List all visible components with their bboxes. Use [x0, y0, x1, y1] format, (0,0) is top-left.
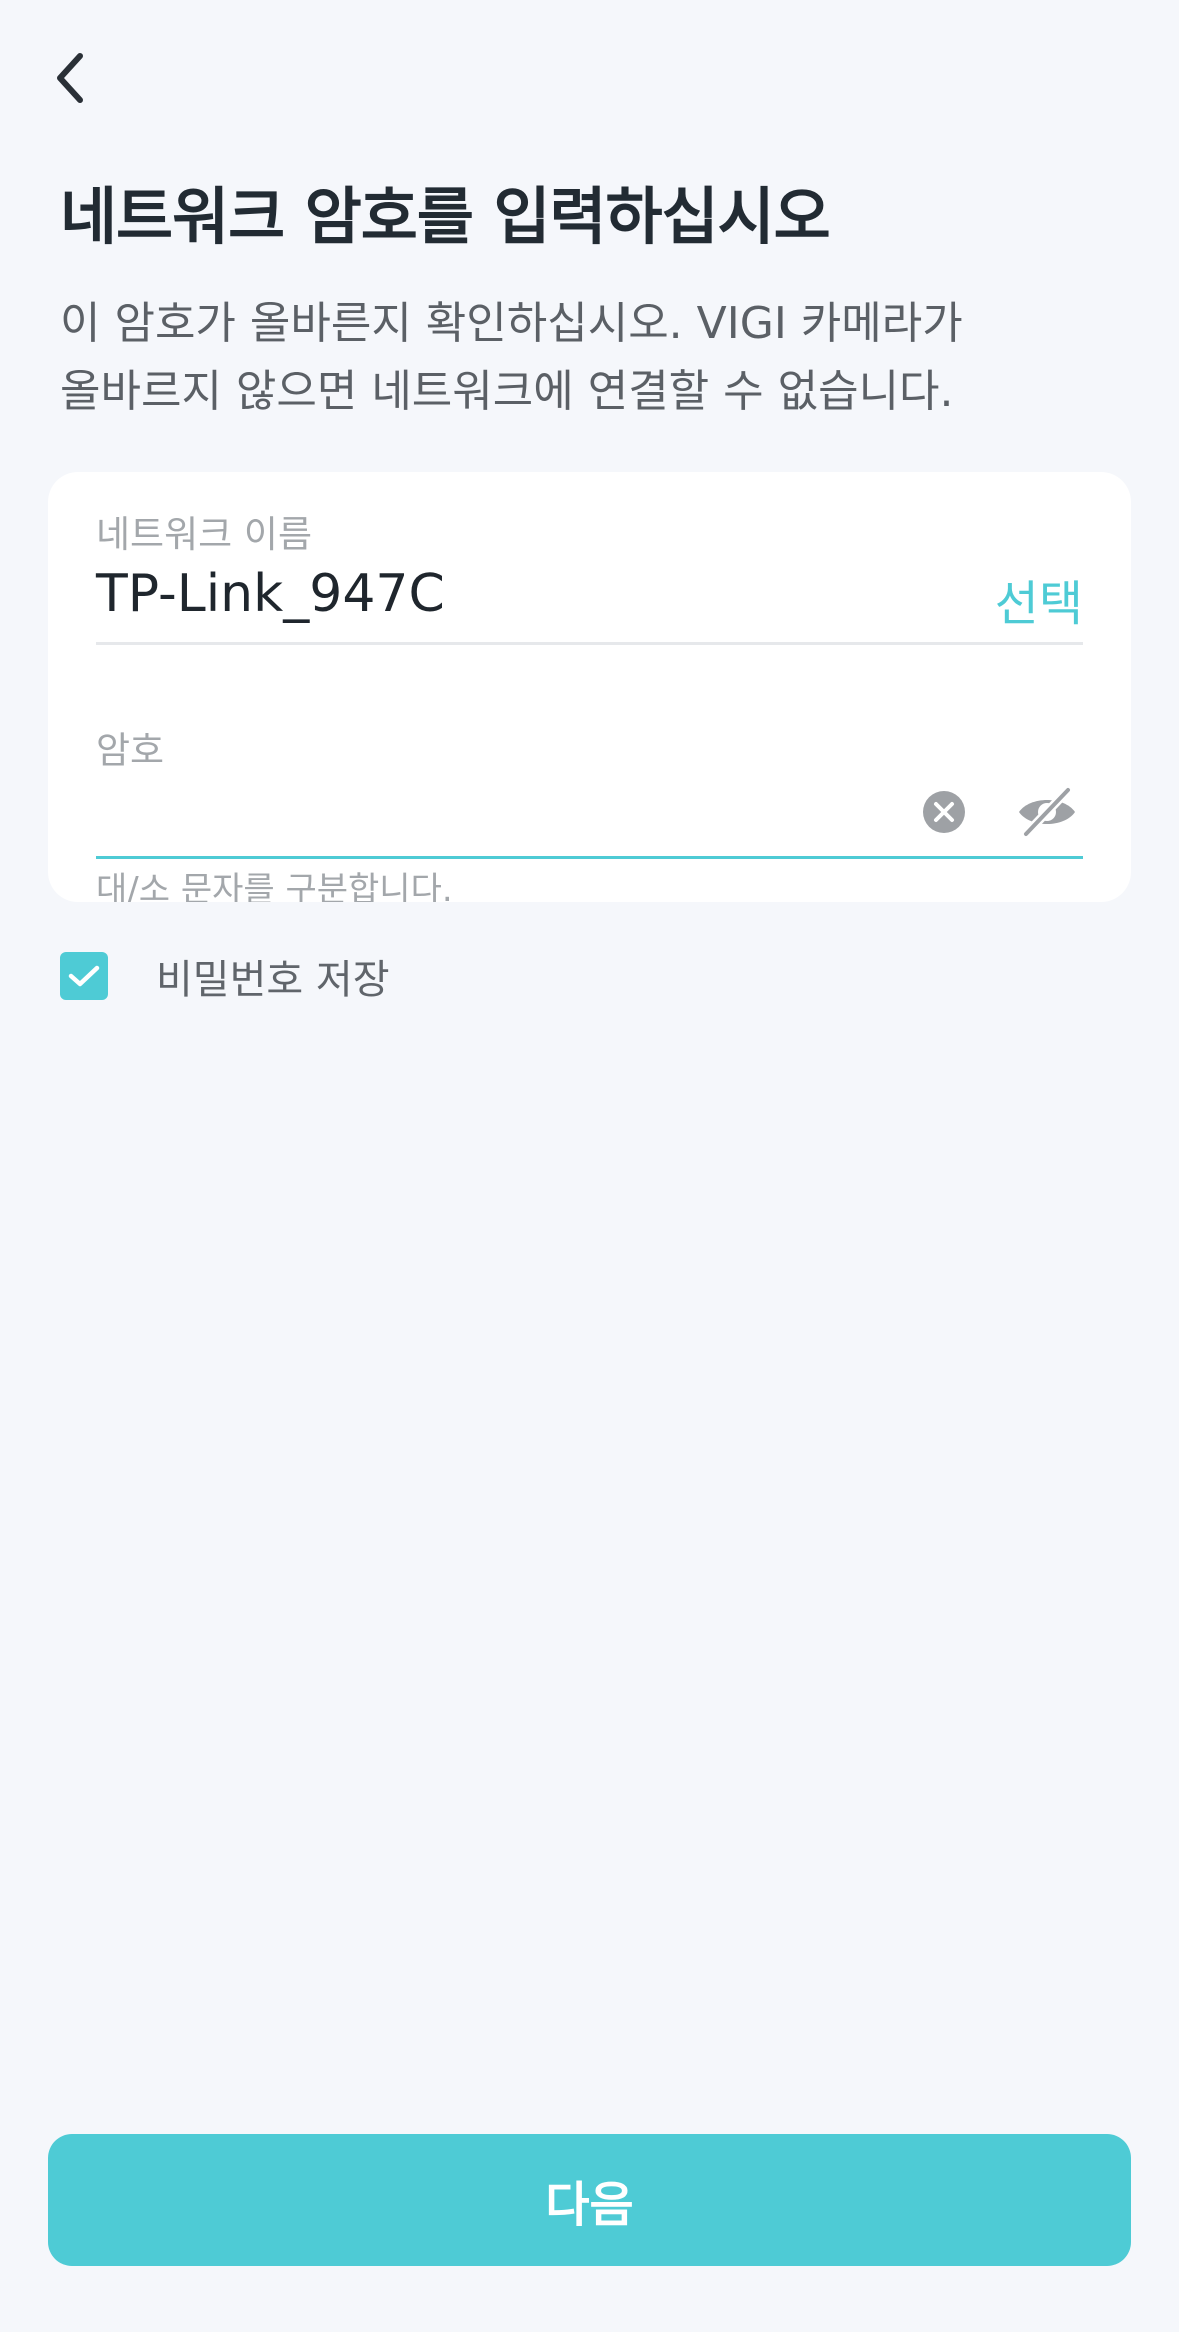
description-line-1: 이 암호가 올바른지 확인하십시오. VIGI 카메라가 [60, 298, 963, 349]
description-line-2: 올바르지 않으면 네트워크에 연결할 수 없습니다. [60, 366, 954, 417]
eye-off-icon [1019, 785, 1075, 839]
next-button-label: 다음 [545, 2177, 634, 2233]
password-divider [96, 856, 1083, 859]
network-name-label: 네트워크 이름 [96, 513, 313, 556]
case-sensitive-hint: 대/소 문자를 구분합니다. [96, 870, 453, 902]
select-network-button[interactable]: 선택 [995, 564, 1083, 634]
save-password-row[interactable]: 비밀번호 저장 [60, 950, 390, 1003]
network-name-divider [96, 642, 1083, 645]
chevron-left-icon [57, 53, 83, 103]
toggle-password-visibility-button[interactable] [1016, 782, 1078, 842]
save-password-checkbox[interactable] [60, 952, 108, 1000]
clear-password-button[interactable] [922, 790, 966, 834]
clear-circle-icon [923, 791, 965, 833]
back-button[interactable] [40, 38, 104, 118]
network-form-card: 네트워크 이름 TP-Link_947C 선택 암호 대/소 문자를 구분합니다… [48, 472, 1131, 902]
network-name-value: TP-Link_947C [96, 564, 445, 624]
save-password-label: 비밀번호 저장 [156, 957, 390, 1003]
next-button[interactable]: 다음 [48, 2134, 1131, 2266]
password-label: 암호 [96, 729, 165, 772]
password-input[interactable] [96, 784, 896, 854]
page-description: 이 암호가 올바른지 확인하십시오. VIGI 카메라가 올바르지 않으면 네트… [60, 290, 1120, 426]
page-title: 네트워크 암호를 입력하십시오 [60, 180, 831, 253]
checkmark-icon [68, 965, 100, 987]
